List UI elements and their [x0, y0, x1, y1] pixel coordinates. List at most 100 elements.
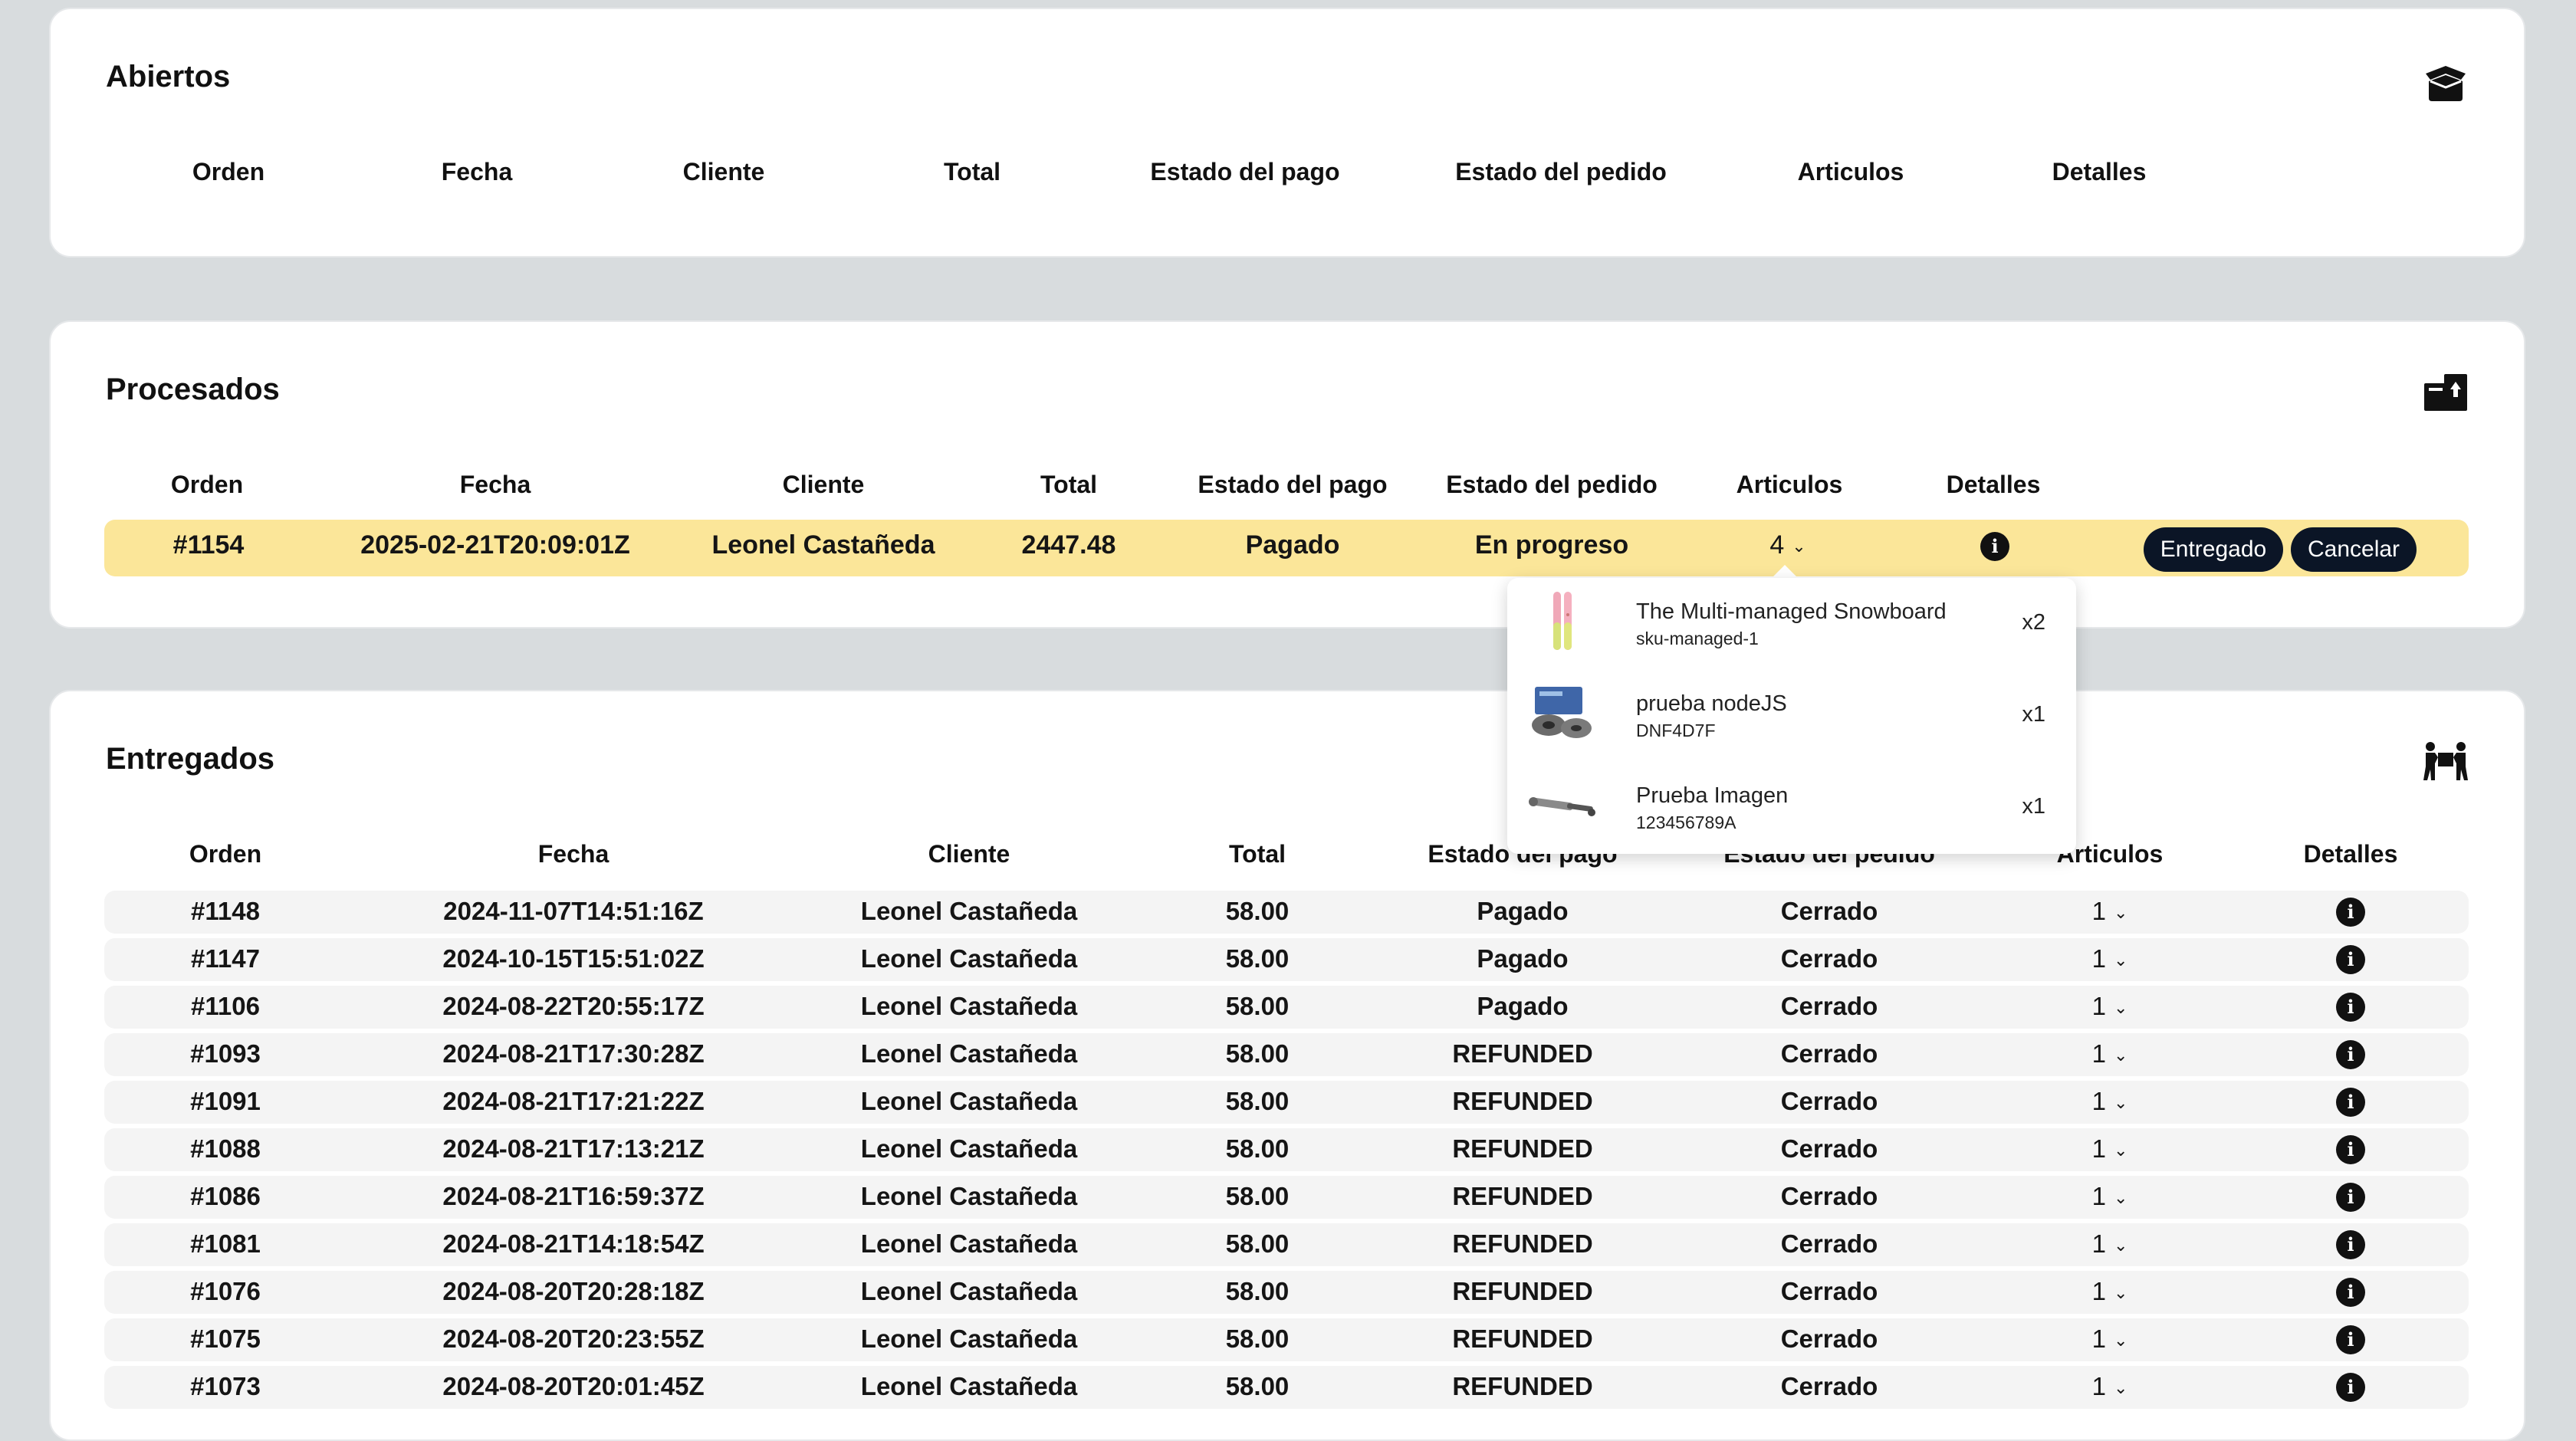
dropdown-item[interactable]: prueba nodeJS DNF4D7F x1 — [1507, 670, 2076, 762]
column-header: Total — [943, 158, 1001, 185]
column-header: Orden — [189, 840, 262, 868]
items-toggle[interactable]: 1 ⌄ — [2092, 944, 2128, 973]
items-count: 1 — [2091, 1087, 2106, 1115]
procesados-status: En progreso — [1474, 530, 1629, 560]
chevron-down-icon: ⌄ — [2113, 1141, 2128, 1160]
items-dropdown: The Multi-managed Snowboard sku-managed-… — [1507, 578, 2076, 854]
items-toggle[interactable]: 1 ⌄ — [2092, 1134, 2128, 1164]
cell-total: 58.00 — [1225, 1039, 1290, 1068]
open-box-icon — [2421, 63, 2470, 106]
items-toggle[interactable]: 1 ⌄ — [2092, 992, 2128, 1021]
cell-date: 2024-08-21T14:18:54Z — [442, 1229, 705, 1258]
cell-client: Leonel Castañeda — [860, 1039, 1078, 1068]
cell-total: 58.00 — [1225, 1087, 1290, 1115]
items-toggle[interactable]: 1 ⌄ — [2092, 1372, 2128, 1401]
info-icon[interactable]: i — [2336, 1183, 2365, 1212]
cell-payment: REFUNDED — [1452, 1182, 1593, 1210]
info-icon[interactable]: i — [2336, 1040, 2365, 1069]
items-count: 1 — [2091, 1277, 2106, 1305]
items-toggle[interactable]: 1 ⌄ — [2092, 1229, 2128, 1259]
info-icon[interactable]: i — [2336, 993, 2365, 1022]
cell-total: 58.00 — [1225, 1372, 1290, 1400]
items-toggle[interactable]: 1 ⌄ — [2092, 1277, 2128, 1306]
info-icon[interactable]: i — [2336, 1373, 2365, 1402]
info-icon[interactable]: i — [2336, 1278, 2365, 1307]
cell-order: #1076 — [190, 1277, 261, 1305]
procesados-date: 2025-02-21T20:09:01Z — [360, 530, 630, 560]
dropdown-item-qty: x2 — [2022, 610, 2045, 635]
people-carrying-box-icon — [2421, 740, 2470, 783]
entregado-button[interactable]: Entregado — [2144, 527, 2283, 572]
cell-status: Cerrado — [1780, 944, 1878, 973]
cell-total: 58.00 — [1225, 992, 1290, 1020]
cell-payment: REFUNDED — [1452, 1087, 1593, 1115]
column-header: Articulos — [1736, 471, 1843, 498]
info-icon[interactable]: i — [2336, 898, 2365, 927]
cell-total: 58.00 — [1225, 897, 1290, 925]
info-icon[interactable]: i — [2336, 1325, 2365, 1354]
column-header: Cliente — [782, 471, 865, 498]
abiertos-card: Abiertos — [49, 8, 2525, 258]
cell-order: #1086 — [190, 1182, 261, 1210]
column-header: Estado del pedido — [1455, 158, 1667, 185]
items-count: 1 — [2091, 1372, 2106, 1400]
cell-date: 2024-08-21T17:21:22Z — [442, 1087, 705, 1115]
cell-status: Cerrado — [1780, 1277, 1878, 1305]
shock-absorber-thumbnail — [1524, 773, 1601, 837]
cell-status: Cerrado — [1780, 1087, 1878, 1115]
items-toggle[interactable]: 1 ⌄ — [2092, 1087, 2128, 1116]
column-header: Total — [1040, 471, 1098, 498]
cell-date: 2024-08-22T20:55:17Z — [442, 992, 705, 1020]
procesados-items-count: 4 — [1769, 530, 1785, 560]
column-header: Estado del pago — [1150, 158, 1340, 185]
cell-total: 58.00 — [1225, 1324, 1290, 1353]
procesados-items-toggle[interactable]: 4 ⌄ — [1769, 530, 1806, 560]
items-toggle[interactable]: 1 ⌄ — [2092, 1039, 2128, 1068]
info-icon[interactable]: i — [2336, 945, 2365, 974]
cell-client: Leonel Castañeda — [860, 1372, 1078, 1400]
column-header: Fecha — [459, 471, 531, 498]
cell-status: Cerrado — [1780, 1182, 1878, 1210]
snowboard-thumbnail — [1524, 589, 1601, 653]
dropdown-item-sku: 123456789A — [1636, 812, 1737, 832]
chevron-down-icon: ⌄ — [2113, 998, 2128, 1018]
cell-payment: REFUNDED — [1452, 1039, 1593, 1068]
items-count: 1 — [2091, 1324, 2106, 1353]
cell-total: 58.00 — [1225, 1229, 1290, 1258]
info-icon[interactable]: i — [1980, 532, 2009, 561]
cell-total: 58.00 — [1225, 944, 1290, 973]
dropdown-item[interactable]: The Multi-managed Snowboard sku-managed-… — [1507, 578, 2076, 670]
cell-date: 2024-11-07T14:51:16Z — [443, 897, 704, 925]
info-icon[interactable]: i — [2336, 1088, 2365, 1117]
cell-order: #1075 — [190, 1324, 261, 1353]
chevron-down-icon: ⌄ — [2113, 1236, 2128, 1256]
items-toggle[interactable]: 1 ⌄ — [2092, 1182, 2128, 1211]
column-header: Detalles — [2303, 840, 2398, 868]
abiertos-title: Abiertos — [106, 60, 231, 94]
column-header: Total — [1228, 840, 1286, 868]
items-count: 1 — [2091, 992, 2106, 1020]
chevron-down-icon: ⌄ — [2113, 950, 2128, 970]
cell-order: #1148 — [191, 897, 260, 925]
cell-order: #1093 — [190, 1039, 261, 1068]
cancelar-button[interactable]: Cancelar — [2291, 527, 2417, 572]
cell-order: #1091 — [190, 1087, 261, 1115]
items-count: 1 — [2091, 1039, 2106, 1068]
items-toggle[interactable]: 1 ⌄ — [2092, 1324, 2128, 1354]
cell-date: 2024-08-20T20:01:45Z — [442, 1372, 705, 1400]
procesados-title: Procesados — [106, 373, 280, 406]
column-header: Orden — [192, 158, 265, 185]
info-icon[interactable]: i — [2336, 1135, 2365, 1164]
cell-date: 2024-08-21T17:30:28Z — [442, 1039, 705, 1068]
cell-client: Leonel Castañeda — [860, 1134, 1078, 1163]
info-icon[interactable]: i — [2336, 1230, 2365, 1259]
procesados-order: #1154 — [172, 530, 245, 560]
chevron-down-icon: ⌄ — [2113, 1331, 2128, 1351]
items-toggle[interactable]: 1 ⌄ — [2092, 897, 2128, 926]
column-header: Detalles — [1946, 471, 2041, 498]
items-count: 1 — [2091, 897, 2106, 925]
cell-payment: Pagado — [1477, 897, 1569, 925]
chevron-down-icon: ⌄ — [1792, 537, 1806, 556]
cell-client: Leonel Castañeda — [860, 1229, 1078, 1258]
dropdown-item[interactable]: Prueba Imagen 123456789A x1 — [1507, 762, 2076, 854]
